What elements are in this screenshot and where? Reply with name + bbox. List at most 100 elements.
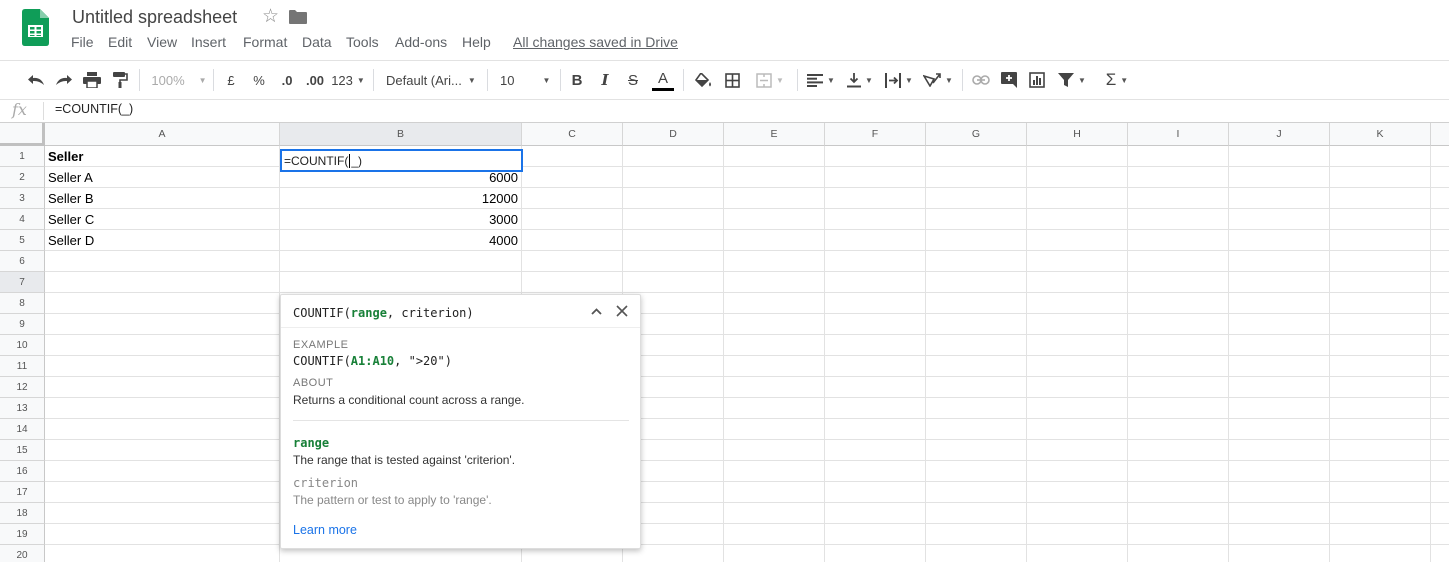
cell-d5[interactable] [623,230,724,251]
cell-g20[interactable] [926,545,1027,562]
cell-a10[interactable] [45,335,280,356]
cell-k12[interactable] [1330,377,1431,398]
cell-j20[interactable] [1229,545,1330,562]
row-header-9[interactable]: 9 [0,314,45,335]
cell-c5[interactable] [522,230,623,251]
menu-view[interactable]: View [147,34,177,50]
cell-c6[interactable] [522,251,623,272]
cell-j11[interactable] [1229,356,1330,377]
paint-format-icon[interactable] [108,61,132,99]
borders-icon[interactable] [721,61,743,99]
cell-e7[interactable] [724,272,825,293]
cell-a2[interactable]: Seller A [45,167,280,188]
cell-a20[interactable] [45,545,280,562]
insert-link-icon[interactable] [970,61,992,99]
cell-f14[interactable] [825,419,926,440]
column-header-h[interactable]: H [1027,123,1128,146]
cell-k17[interactable] [1330,482,1431,503]
cell-a7[interactable] [45,272,280,293]
cell-i12[interactable] [1128,377,1229,398]
cell-k2[interactable] [1330,167,1431,188]
cell-d3[interactable] [623,188,724,209]
cell-e17[interactable] [724,482,825,503]
cell-k4[interactable] [1330,209,1431,230]
folder-icon[interactable] [289,10,307,24]
column-header-e[interactable]: E [724,123,825,146]
row-header-11[interactable]: 11 [0,356,45,377]
row-header-12[interactable]: 12 [0,377,45,398]
cell-i16[interactable] [1128,461,1229,482]
cell-h13[interactable] [1027,398,1128,419]
cell-j8[interactable] [1229,293,1330,314]
functions-icon[interactable]: Σ ▼ [1100,61,1134,99]
row-header-10[interactable]: 10 [0,335,45,356]
cell-d4[interactable] [623,209,724,230]
cell-f19[interactable] [825,524,926,545]
zoom-select[interactable]: 100% ▼ [150,61,208,99]
cell-a5[interactable]: Seller D [45,230,280,251]
cell-h8[interactable] [1027,293,1128,314]
cell-f2[interactable] [825,167,926,188]
cell-h11[interactable] [1027,356,1128,377]
close-icon[interactable] [612,301,632,321]
cell-j6[interactable] [1229,251,1330,272]
insert-comment-icon[interactable] [998,61,1020,99]
cell-e6[interactable] [724,251,825,272]
cell-f4[interactable] [825,209,926,230]
cell-i7[interactable] [1128,272,1229,293]
cell-b4[interactable]: 3000 [280,209,522,230]
cell-h18[interactable] [1027,503,1128,524]
cell-g10[interactable] [926,335,1027,356]
menu-insert[interactable]: Insert [191,34,226,50]
cell-a3[interactable]: Seller B [45,188,280,209]
cell-k10[interactable] [1330,335,1431,356]
more-formats-button[interactable]: 123 ▼ [331,61,365,99]
cell-k7[interactable] [1330,272,1431,293]
cell-a11[interactable] [45,356,280,377]
cell-a19[interactable] [45,524,280,545]
cell-a1[interactable]: Seller [45,146,280,167]
cell-e4[interactable] [724,209,825,230]
cell-i19[interactable] [1128,524,1229,545]
cell-i15[interactable] [1128,440,1229,461]
document-title[interactable]: Untitled spreadsheet [72,7,237,28]
cell-j13[interactable] [1229,398,1330,419]
cell-i8[interactable] [1128,293,1229,314]
currency-format-button[interactable]: £ [222,61,240,99]
row-header-16[interactable]: 16 [0,461,45,482]
cell-j18[interactable] [1229,503,1330,524]
row-header-8[interactable]: 8 [0,293,45,314]
cell-f7[interactable] [825,272,926,293]
cell-d7[interactable] [623,272,724,293]
cell-e2[interactable] [724,167,825,188]
cell-j15[interactable] [1229,440,1330,461]
cell-a12[interactable] [45,377,280,398]
cell-h16[interactable] [1027,461,1128,482]
cell-k8[interactable] [1330,293,1431,314]
cell-h3[interactable] [1027,188,1128,209]
cell-j4[interactable] [1229,209,1330,230]
cell-j1[interactable] [1229,146,1330,167]
cell-j9[interactable] [1229,314,1330,335]
sheets-logo-icon[interactable] [22,9,49,46]
cell-f5[interactable] [825,230,926,251]
menu-help[interactable]: Help [462,34,491,50]
cell-c4[interactable] [522,209,623,230]
row-header-14[interactable]: 14 [0,419,45,440]
collapse-icon[interactable] [587,301,605,321]
cell-g7[interactable] [926,272,1027,293]
cell-i3[interactable] [1128,188,1229,209]
cell-k3[interactable] [1330,188,1431,209]
strikethrough-button[interactable]: S [624,61,642,99]
row-header-2[interactable]: 2 [0,167,45,188]
cell-j2[interactable] [1229,167,1330,188]
row-header-4[interactable]: 4 [0,209,45,230]
menu-file[interactable]: File [71,34,94,50]
cell-k15[interactable] [1330,440,1431,461]
percent-format-button[interactable]: % [250,61,268,99]
cell-e12[interactable] [724,377,825,398]
column-header-i[interactable]: I [1128,123,1229,146]
cell-g8[interactable] [926,293,1027,314]
text-color-button[interactable]: A [651,61,675,99]
cell-j10[interactable] [1229,335,1330,356]
